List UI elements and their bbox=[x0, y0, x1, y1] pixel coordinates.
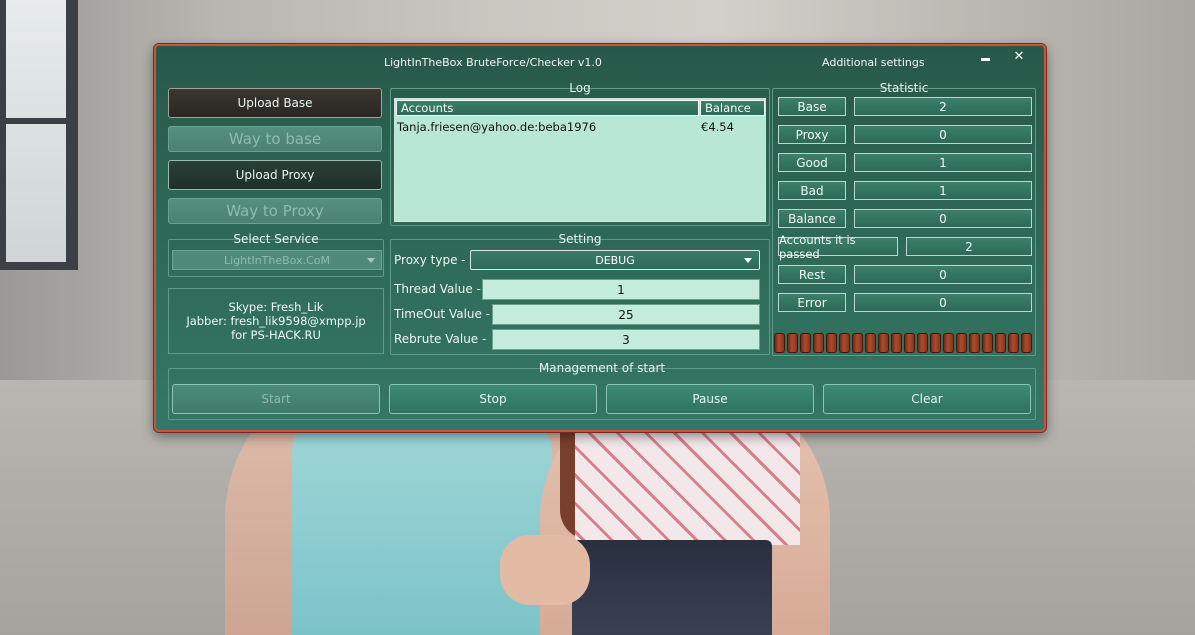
stat-good-value: 1 bbox=[854, 153, 1032, 172]
stat-error-label: Error bbox=[778, 293, 846, 312]
statistic-title: Statistic bbox=[879, 81, 929, 95]
progress-segment bbox=[774, 333, 785, 353]
contact-jabber: Jabber: fresh_lik9598@xmpp.jp bbox=[186, 314, 366, 328]
progress-segment bbox=[1021, 333, 1032, 353]
stat-good-label: Good bbox=[778, 153, 846, 172]
progress-segment bbox=[956, 333, 967, 353]
progress-segment bbox=[813, 333, 824, 353]
stat-base-label: Base bbox=[778, 97, 846, 116]
progress-segment bbox=[917, 333, 928, 353]
stat-passed-label: Accounts it is passed bbox=[778, 233, 898, 261]
management-title: Management of start bbox=[538, 361, 666, 375]
timeout-label: TimeOut Value - bbox=[394, 307, 491, 321]
progress-segment bbox=[904, 333, 915, 353]
stat-proxy-value: 0 bbox=[854, 125, 1032, 144]
chevron-down-icon bbox=[367, 258, 375, 263]
upload-proxy-button[interactable]: Upload Proxy bbox=[168, 160, 382, 190]
close-button[interactable]: ✕ bbox=[1008, 48, 1030, 64]
clear-button[interactable]: Clear bbox=[823, 384, 1031, 414]
log-title: Log bbox=[569, 81, 591, 95]
progress-segment bbox=[930, 333, 941, 353]
contact-forum: for PS-HACK.RU bbox=[231, 328, 321, 342]
progress-segment bbox=[878, 333, 889, 353]
stat-bad-label: Bad bbox=[778, 181, 846, 200]
progress-segment bbox=[839, 333, 850, 353]
background-top-right bbox=[575, 425, 800, 545]
thread-input[interactable]: 1 bbox=[482, 279, 760, 300]
setting-title: Setting bbox=[558, 232, 602, 246]
table-row[interactable]: Tanja.friesen@yahoo.de:beba1976 €4.54 bbox=[397, 119, 763, 135]
progress-segment bbox=[826, 333, 837, 353]
contacts-box: Skype: Fresh_Lik Jabber: fresh_lik9598@x… bbox=[168, 288, 384, 354]
pause-button[interactable]: Pause bbox=[606, 384, 814, 414]
way-to-base-field: Way to base bbox=[168, 126, 382, 152]
thread-label: Thread Value - bbox=[394, 282, 481, 296]
proxy-type-select[interactable]: DEBUG bbox=[470, 250, 760, 270]
log-row-balance: €4.54 bbox=[701, 120, 734, 134]
progress-segment bbox=[982, 333, 993, 353]
stat-balance-label: Balance bbox=[778, 209, 846, 228]
background-jeans bbox=[572, 540, 772, 635]
log-column-balance[interactable]: Balance bbox=[700, 100, 765, 116]
progress-segment bbox=[891, 333, 902, 353]
stat-error-value: 0 bbox=[854, 293, 1032, 312]
chevron-down-icon bbox=[744, 258, 752, 263]
stat-bad-value: 1 bbox=[854, 181, 1032, 200]
background-top-left bbox=[292, 420, 552, 635]
stat-base-value: 2 bbox=[854, 97, 1032, 116]
close-icon: ✕ bbox=[1013, 48, 1025, 64]
background-hand bbox=[500, 535, 590, 605]
contact-skype: Skype: Fresh_Lik bbox=[228, 300, 324, 314]
log-row-account: Tanja.friesen@yahoo.de:beba1976 bbox=[397, 120, 597, 134]
way-to-proxy-field: Way to Proxy bbox=[168, 198, 382, 224]
progress-segment bbox=[969, 333, 980, 353]
progress-segment bbox=[787, 333, 798, 353]
progress-segment bbox=[852, 333, 863, 353]
upload-base-button[interactable]: Upload Base bbox=[168, 88, 382, 118]
log-column-accounts[interactable]: Accounts bbox=[396, 100, 699, 116]
window-title: LightInTheBox BruteForce/Checker v1.0 bbox=[384, 56, 602, 69]
progress-bar bbox=[772, 330, 1036, 356]
stat-passed-value: 2 bbox=[906, 237, 1032, 256]
progress-segment bbox=[1008, 333, 1019, 353]
stat-rest-value: 0 bbox=[854, 265, 1032, 284]
rebrute-input[interactable]: 3 bbox=[492, 329, 760, 350]
stat-proxy-label: Proxy bbox=[778, 125, 846, 144]
select-service-title: Select Service bbox=[233, 232, 319, 246]
titlebar[interactable]: LightInTheBox BruteForce/Checker v1.0 Ad… bbox=[156, 46, 1044, 78]
additional-settings-link[interactable]: Additional settings bbox=[822, 56, 925, 69]
proxy-type-value: DEBUG bbox=[595, 253, 635, 267]
stat-balance-value: 0 bbox=[854, 209, 1032, 228]
proxy-type-label: Proxy type - bbox=[394, 253, 466, 267]
progress-segment bbox=[943, 333, 954, 353]
start-button[interactable]: Start bbox=[172, 384, 380, 414]
rebrute-label: Rebrute Value - bbox=[394, 332, 487, 346]
log-table[interactable]: Accounts Balance Tanja.friesen@yahoo.de:… bbox=[394, 98, 766, 222]
minimize-icon bbox=[980, 57, 990, 61]
timeout-input[interactable]: 25 bbox=[492, 304, 760, 325]
progress-segment bbox=[800, 333, 811, 353]
progress-segment bbox=[995, 333, 1006, 353]
app-window: LightInTheBox BruteForce/Checker v1.0 Ad… bbox=[154, 44, 1046, 432]
stop-button[interactable]: Stop bbox=[389, 384, 597, 414]
service-select-value: LightInTheBox.CoM bbox=[224, 253, 330, 267]
minimize-button[interactable] bbox=[974, 48, 996, 64]
stat-rest-label: Rest bbox=[778, 265, 846, 284]
background-window bbox=[0, 0, 78, 270]
service-select[interactable]: LightInTheBox.CoM bbox=[172, 250, 382, 270]
progress-segment bbox=[865, 333, 876, 353]
